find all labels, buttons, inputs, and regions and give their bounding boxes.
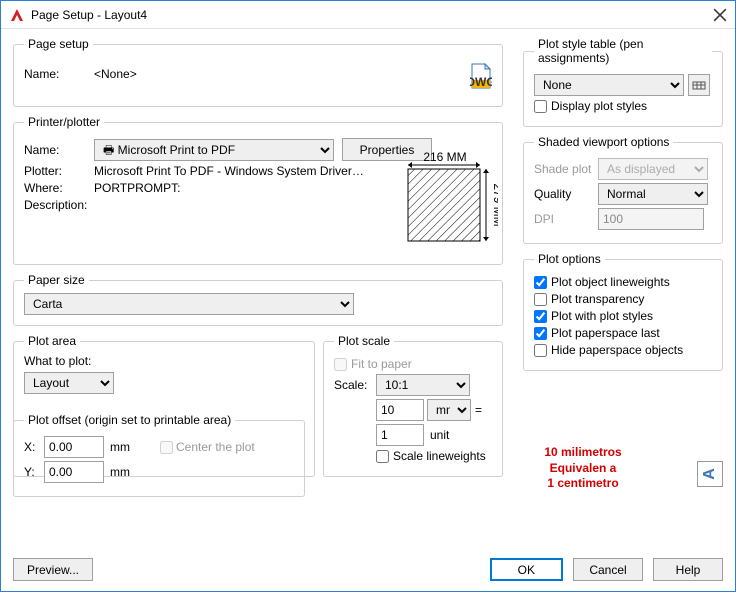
cancel-button[interactable]: Cancel [573,558,643,581]
ok-button[interactable]: OK [490,558,563,581]
offset-x-input[interactable] [44,436,104,458]
plot-lineweights-label: Plot object lineweights [551,275,670,289]
plotter-label: Plotter: [24,164,94,178]
shade-plot-label: Shade plot [534,162,598,176]
annotation-text: 10 milimetros Equivalen a 1 centimetro [523,445,643,492]
scale-denominator-input[interactable] [376,424,424,446]
printer-name-select[interactable]: 🖶 Microsoft Print to PDF [94,139,334,161]
plot-style-select[interactable]: None [534,74,684,96]
offset-y-input[interactable] [44,461,104,483]
plot-lineweights-checkbox[interactable] [534,276,547,289]
page-setup-group: Page setup Name: <None> DWG [13,37,503,107]
where-value: PORTPROMPT: [94,181,180,195]
page-setup-name-label: Name: [24,67,94,81]
help-button[interactable]: Help [653,558,723,581]
display-plot-styles-label: Display plot styles [551,99,647,113]
scale-select[interactable]: 10:1 [376,374,470,396]
display-plot-styles-checkbox[interactable] [534,100,547,113]
button-bar: Preview... OK Cancel Help [13,558,723,581]
plot-with-styles-checkbox[interactable] [534,310,547,323]
scale-label: Scale: [334,378,376,392]
paper-size-legend: Paper size [24,273,89,287]
offset-y-label: Y: [24,465,44,479]
fit-to-paper-label: Fit to paper [351,357,412,371]
fit-to-paper-checkbox [334,358,347,371]
preview-button[interactable]: Preview... [13,558,93,581]
paper-size-group: Paper size Carta [13,273,503,326]
unit-label: unit [430,428,449,442]
svg-text:DWG: DWG [470,75,492,89]
scale-numerator-input[interactable] [376,399,424,421]
center-plot-checkbox [160,441,173,454]
scale-lineweights-checkbox[interactable] [376,450,389,463]
printer-legend: Printer/plotter [24,115,104,129]
plot-area-legend: Plot area [24,334,80,348]
titlebar: Page Setup - Layout4 [1,1,735,29]
paper-preview-icon: 216 MM 279 MM [390,151,498,246]
plot-style-table-icon [692,79,706,91]
printer-name-label: Name: [24,143,94,157]
dpi-input [598,208,704,230]
page-setup-name-value: <None> [94,67,137,81]
offset-y-unit: mm [110,465,130,479]
shaded-viewport-group: Shaded viewport options Shade plotAs dis… [523,135,723,244]
dpi-label: DPI [534,212,598,226]
close-icon[interactable] [713,8,727,22]
svg-text:279 MM: 279 MM [491,183,498,226]
plot-options-legend: Plot options [534,252,605,266]
equals-label: = [475,403,482,417]
svg-text:216 MM: 216 MM [423,151,466,164]
scale-lineweights-label: Scale lineweights [393,449,486,463]
plot-scale-group: Plot scale Fit to paper Scale:10:1 mm = … [323,334,503,477]
plot-paperspace-last-label: Plot paperspace last [551,326,660,340]
page-setup-dialog: Page Setup - Layout4 Page setup Name: <N… [0,0,736,592]
plot-paperspace-last-checkbox[interactable] [534,327,547,340]
where-label: Where: [24,181,94,195]
offset-x-label: X: [24,440,44,454]
plot-options-group: Plot options Plot object lineweights Plo… [523,252,723,371]
description-label: Description: [24,198,94,212]
orientation-arrow-icon[interactable]: A [697,461,723,487]
what-to-plot-select[interactable]: Layout [24,372,114,394]
plot-transparency-checkbox[interactable] [534,293,547,306]
what-to-plot-label: What to plot: [24,354,304,368]
app-logo-icon [9,7,25,23]
page-setup-legend: Page setup [24,37,93,51]
plot-style-group: Plot style table (pen assignments) None … [523,37,723,127]
quality-select[interactable]: Normal [598,183,708,205]
dwg-icon: DWG [470,63,492,89]
paper-size-select[interactable]: Carta [24,293,354,315]
quality-label: Quality [534,187,598,201]
plot-scale-legend: Plot scale [334,334,394,348]
plotter-value: Microsoft Print To PDF - Windows System … [94,164,364,178]
plot-transparency-label: Plot transparency [551,292,644,306]
plot-style-legend: Plot style table (pen assignments) [534,37,712,65]
offset-x-unit: mm [110,440,140,454]
shaded-viewport-legend: Shaded viewport options [534,135,673,149]
center-plot-label: Center the plot [176,440,255,454]
hide-paperspace-label: Hide paperspace objects [551,343,683,357]
shade-plot-select: As displayed [598,158,708,180]
scale-unit-select[interactable]: mm [427,399,471,421]
hide-paperspace-checkbox[interactable] [534,344,547,357]
plot-with-styles-label: Plot with plot styles [551,309,653,323]
plot-style-edit-button[interactable] [688,74,710,96]
plot-offset-legend: Plot offset (origin set to printable are… [24,413,235,427]
window-title: Page Setup - Layout4 [31,8,713,22]
printer-group: Printer/plotter Name: 🖶 Microsoft Print … [13,115,503,265]
